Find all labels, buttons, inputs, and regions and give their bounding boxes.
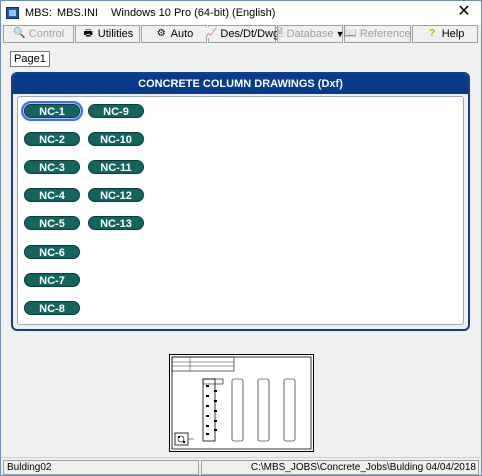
utilities-label: Utilities xyxy=(97,28,134,40)
nc-7-button[interactable]: NC-7 xyxy=(24,273,80,287)
status-bar: Bulding02 C:\MBS_JOBS\Concrete_Jobs\Buld… xyxy=(1,457,481,475)
nc-12-button[interactable]: NC-12 xyxy=(88,188,144,202)
auto-label: Auto xyxy=(170,28,194,40)
control-button[interactable]: 🔍 Control xyxy=(3,25,74,43)
reference-label: Reference xyxy=(359,28,411,40)
printer-icon: 🖶 xyxy=(83,28,93,39)
status-path: C:\MBS_JOBS\Concrete_Jobs\Bulding 04/04/… xyxy=(201,460,479,475)
control-label: Control xyxy=(28,28,65,40)
status-job: Bulding02 xyxy=(3,460,199,475)
nc-4-button[interactable]: NC-4 xyxy=(24,188,80,202)
app-icon xyxy=(6,7,19,19)
database-label: Database xyxy=(286,28,334,40)
database-icon: 🗎 xyxy=(275,28,284,39)
drawing-thumbnail xyxy=(171,356,312,450)
tab-row: Page1 xyxy=(1,45,481,69)
close-icon[interactable]: ✕ xyxy=(453,2,475,22)
title-ini: MBS.INI xyxy=(57,7,98,19)
des-dt-dwg-label: Des/Dt/Dwg xyxy=(220,28,280,40)
nc-9-button[interactable]: NC-9 xyxy=(88,104,144,118)
database-button[interactable]: 🗎 Database ▼ xyxy=(275,25,345,43)
nc-1-button[interactable]: NC-1 xyxy=(21,101,83,121)
tab-page1[interactable]: Page1 xyxy=(10,51,50,67)
auto-button[interactable]: ⚙ Auto xyxy=(141,25,207,43)
nc-11-button[interactable]: NC-11 xyxy=(88,160,144,174)
nc-3-button[interactable]: NC-3 xyxy=(24,160,80,174)
des-dt-dwg-button[interactable]: 📈 Des/Dt/Dwg xyxy=(204,25,280,43)
toolbar: 🔍 Control 🖶 Utilities ⚙ Auto 📈 Des/Dt/Dw… xyxy=(1,25,481,45)
panel-title: CONCRETE COLUMN DRAWINGS (Dxf) xyxy=(13,74,468,94)
nc-8-button[interactable]: NC-8 xyxy=(24,301,80,315)
nc-5-button[interactable]: NC-5 xyxy=(24,216,80,230)
nc-13-button[interactable]: NC-13 xyxy=(88,216,144,230)
drawing-preview xyxy=(169,354,314,452)
control-icon: 🔍 xyxy=(13,28,26,39)
help-label: Help xyxy=(441,28,465,40)
panel-body: NC-1 NC-2 NC-3 NC-4 NC-5 NC-6 NC-7 NC-8 … xyxy=(17,96,464,325)
nc-2-button[interactable]: NC-2 xyxy=(24,132,80,146)
reference-button[interactable]: 📖 Reference xyxy=(344,25,411,43)
help-icon: ? xyxy=(429,28,436,39)
nc-6-button[interactable]: NC-6 xyxy=(24,245,80,259)
title-os: Windows 10 Pro (64-bit) (English) xyxy=(111,7,276,19)
title-app: MBS: xyxy=(25,7,52,19)
title-bar[interactable]: MBS: MBS.INI Windows 10 Pro (64-bit) (En… xyxy=(1,1,481,25)
utilities-button[interactable]: 🖶 Utilities xyxy=(75,25,140,43)
help-button[interactable]: ? Help xyxy=(412,25,478,43)
auto-icon: ⚙ xyxy=(156,28,166,39)
chart-icon: 📈 xyxy=(204,28,218,39)
drawings-panel: CONCRETE COLUMN DRAWINGS (Dxf) NC-1 NC-2… xyxy=(11,72,470,331)
nc-10-button[interactable]: NC-10 xyxy=(88,132,144,146)
reference-icon: 📖 xyxy=(344,28,357,39)
app-window: MBS: MBS.INI Windows 10 Pro (64-bit) (En… xyxy=(0,0,482,476)
